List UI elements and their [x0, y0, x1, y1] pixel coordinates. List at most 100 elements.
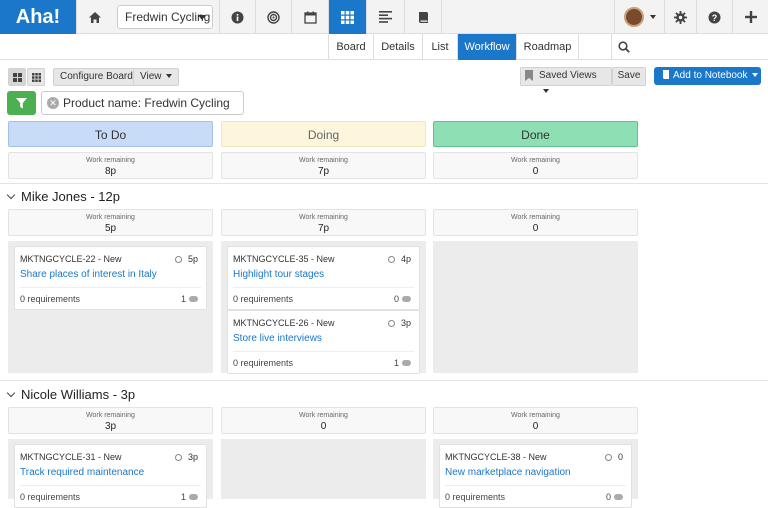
large-grid-icon	[12, 72, 22, 82]
comment-icon	[402, 360, 411, 366]
calendar-icon	[303, 11, 317, 24]
swimlane-work-remaining: Work remaining 7p	[221, 209, 426, 236]
chevron-down-icon	[198, 15, 206, 20]
settings-button[interactable]	[664, 0, 696, 34]
column-header-done[interactable]: Done	[433, 121, 638, 147]
filter-button[interactable]	[7, 91, 36, 115]
goals-button[interactable]	[255, 0, 291, 34]
feature-card[interactable]: MKTNGCYCLE-26 - New 3p Store live intervie…	[227, 310, 420, 374]
avatar	[623, 7, 644, 27]
feature-card[interactable]: MKTNGCYCLE-31 - New 3p Track required main…	[14, 444, 207, 508]
tab-board[interactable]: Board	[328, 34, 373, 60]
home-button[interactable]	[76, 0, 112, 34]
feature-card[interactable]: MKTNGCYCLE-22 - New 5p Share places of int…	[14, 246, 207, 310]
swimlane-cell: MKTNGCYCLE-22 - New 5p Share places of int…	[8, 241, 213, 373]
add-button[interactable]	[732, 0, 768, 34]
card-key: MKTNGCYCLE-26 - New	[233, 318, 335, 328]
features-board-button[interactable]	[328, 0, 366, 34]
tab-spacer	[578, 34, 612, 60]
search-button[interactable]	[612, 34, 636, 60]
card-estimate: 3p	[174, 452, 198, 462]
info-icon	[231, 11, 244, 23]
view-dropdown[interactable]: View	[133, 68, 179, 86]
remove-filter-icon[interactable]: ✕	[47, 97, 59, 109]
chevron-down-icon	[751, 73, 758, 78]
card-estimate: 4p	[387, 254, 411, 264]
card-title-link[interactable]: New marketplace navigation	[445, 467, 571, 478]
feature-card[interactable]: MKTNGCYCLE-38 - New 0 New marketplace navi…	[439, 444, 632, 508]
card-title-link[interactable]: Share places of interest in Italy	[20, 269, 157, 280]
column-total-work-remaining: Work remaining 7p	[221, 152, 426, 179]
work-remaining-value: 7p	[317, 166, 330, 177]
chevron-down-icon[interactable]	[6, 388, 16, 398]
swimlane-cell	[433, 241, 638, 373]
notebook-button[interactable]	[404, 0, 442, 34]
card-divider	[20, 287, 201, 288]
work-remaining-value: 8p	[104, 166, 117, 177]
home-icon	[88, 11, 101, 23]
swimlane-cell: MKTNGCYCLE-31 - New 3p Track required main…	[8, 439, 213, 508]
card-comments[interactable]: 1	[181, 492, 198, 502]
configure-board-button[interactable]: Configure Board	[53, 68, 140, 86]
work-remaining-label: Work remaining	[86, 412, 135, 419]
card-estimate-value: 3p	[187, 452, 198, 462]
card-estimate-value: 3p	[400, 318, 411, 328]
work-remaining-value: 0	[532, 223, 539, 234]
card-divider	[20, 485, 201, 486]
card-comments[interactable]: 1	[181, 294, 198, 304]
tab-roadmap[interactable]: Roadmap	[516, 34, 578, 60]
card-key: MKTNGCYCLE-31 - New	[20, 452, 122, 462]
clock-icon	[387, 256, 395, 263]
card-requirements: 0 requirements	[233, 294, 294, 304]
card-estimate: 0	[604, 452, 623, 462]
chevron-down-icon[interactable]	[6, 190, 16, 200]
card-comments[interactable]: 1	[394, 358, 411, 368]
work-remaining-value: 7p	[317, 223, 330, 234]
card-view-toggle[interactable]	[8, 68, 26, 86]
top-bar: Aha! Fredwin Cycling ?	[0, 0, 768, 34]
bookmark-icon	[525, 70, 533, 81]
comment-icon	[189, 296, 198, 302]
swimlane-header[interactable]: Mike Jones - 12p	[6, 189, 120, 204]
add-to-notebook-button[interactable]: Add to Notebook	[654, 67, 761, 85]
card-title-link[interactable]: Track required maintenance	[20, 467, 144, 478]
notes-button[interactable]	[366, 0, 404, 34]
user-menu[interactable]	[614, 0, 664, 34]
product-filter[interactable]: ✕ Product name: Fredwin Cycling	[41, 91, 244, 128]
work-remaining-label: Work remaining	[511, 214, 560, 221]
work-remaining-value: 5p	[104, 223, 117, 234]
swimlane-cell: MKTNGCYCLE-35 - New 4p Highlight tour stag…	[221, 241, 426, 374]
product-select[interactable]: Fredwin Cycling	[117, 5, 213, 29]
swimlane-work-remaining: Work remaining 0	[433, 407, 638, 434]
calendar-button[interactable]	[291, 0, 328, 34]
card-estimate-value: 4p	[400, 254, 411, 264]
help-button[interactable]: ?	[696, 0, 732, 34]
help-icon: ?	[708, 11, 721, 23]
card-title-link[interactable]: Highlight tour stages	[233, 269, 324, 280]
save-button[interactable]: Save	[612, 67, 646, 86]
card-comments-count: 1	[393, 358, 399, 368]
search-icon	[618, 41, 630, 53]
card-title-link[interactable]: Store live interviews	[233, 333, 322, 344]
card-key: MKTNGCYCLE-35 - New	[233, 254, 335, 264]
saved-views-dropdown[interactable]: Saved Views	[520, 67, 612, 94]
comment-icon	[614, 494, 623, 500]
work-remaining-value: 0	[532, 421, 539, 432]
feature-card[interactable]: MKTNGCYCLE-35 - New 4p Highlight tour stag…	[227, 246, 420, 310]
card-divider	[445, 485, 626, 486]
column-header-to-do[interactable]: To Do	[8, 121, 213, 147]
swimlane-header[interactable]: Nicole Williams - 3p	[6, 387, 135, 402]
info-button[interactable]	[219, 0, 255, 34]
view-tabs: Board Details List Workflow Roadmap	[0, 34, 768, 60]
saved-views-label: Saved Views	[539, 70, 597, 81]
card-requirements: 0 requirements	[20, 492, 81, 502]
compact-view-toggle[interactable]	[27, 68, 45, 86]
tab-details[interactable]: Details	[373, 34, 422, 60]
card-comments[interactable]: 0	[606, 492, 623, 502]
card-comments[interactable]: 0	[394, 294, 411, 304]
aha-logo[interactable]: Aha!	[0, 0, 76, 34]
tab-list[interactable]: List	[422, 34, 457, 60]
tab-workflow[interactable]: Workflow	[457, 34, 516, 60]
column-header-doing[interactable]: Doing	[221, 121, 426, 147]
card-comments-count: 0	[605, 492, 611, 502]
